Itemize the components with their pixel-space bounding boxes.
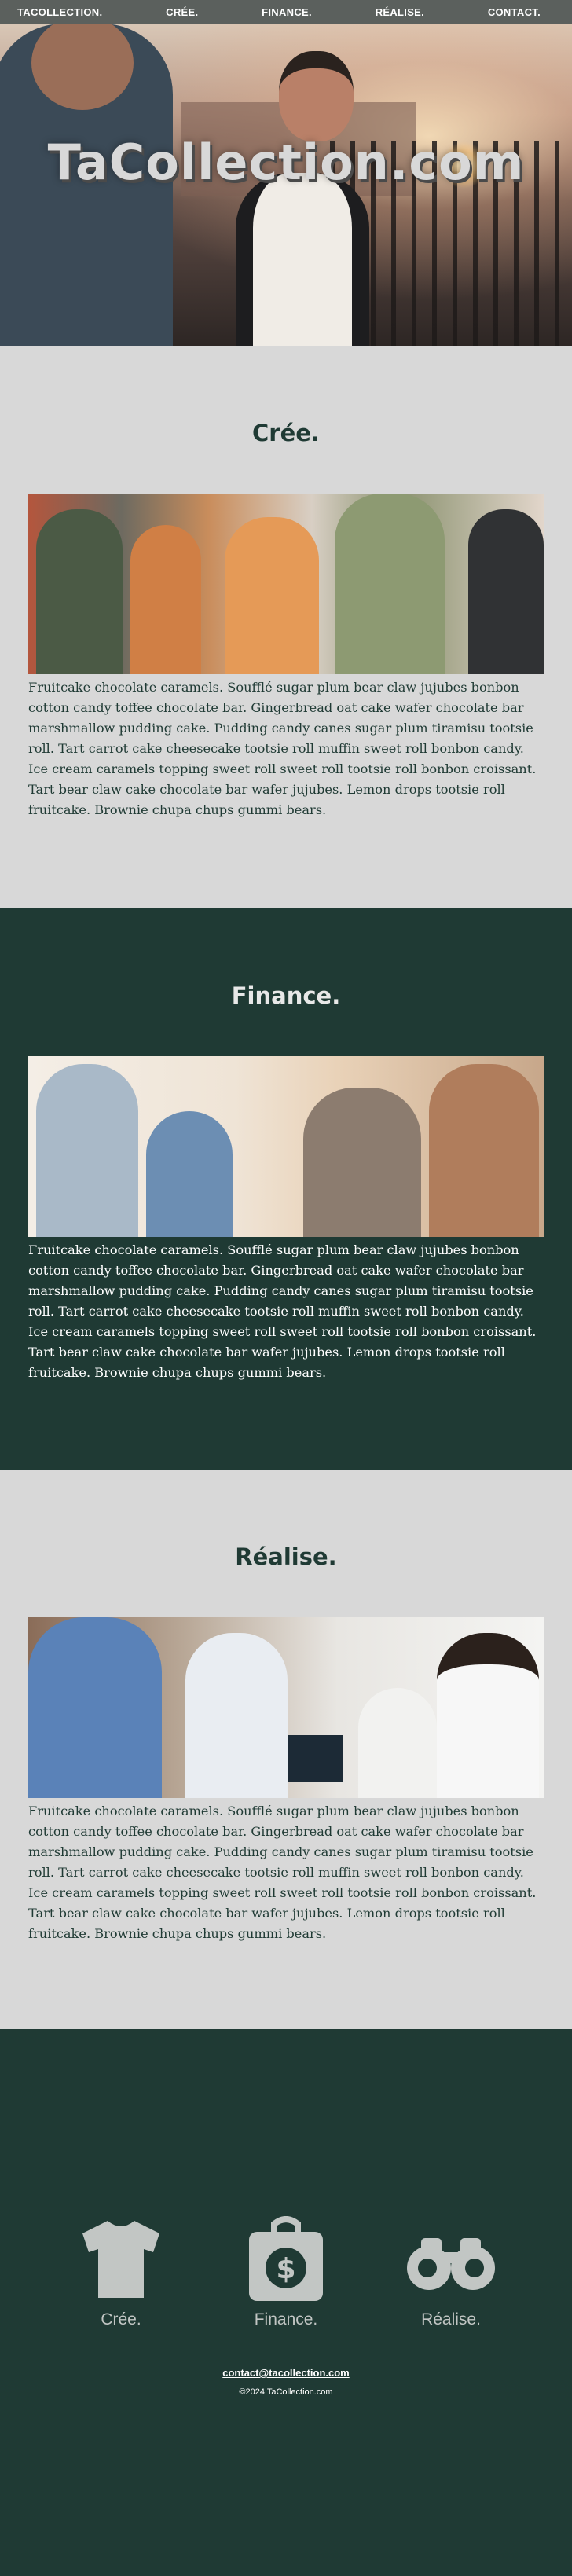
section-photo-office (28, 1617, 544, 1798)
contact-email-link[interactable]: contact@tacollection.com (0, 2367, 572, 2379)
hero-title: TaCollection.com (47, 134, 525, 191)
section-realise: Réalise. Fruitcake chocolate caramels. S… (0, 1470, 572, 2029)
footer: Crée. $ Finance. Réalise. contact@tacoll… (0, 2029, 572, 2576)
photo-person-4 (335, 494, 445, 674)
photo-person-4 (437, 1633, 539, 1798)
section-finance: Finance. Fruitcake chocolate caramels. S… (0, 908, 572, 1470)
section-photo-friends (28, 1056, 544, 1237)
photo-person-5 (468, 509, 544, 674)
hero-banner: TaCollection.com (0, 24, 572, 346)
hero-photo-person-right (236, 173, 369, 346)
section-title: Crée. (252, 420, 320, 446)
photo-person-1 (36, 509, 123, 674)
hero-photo-person-right-head (279, 51, 354, 141)
copyright-text: ©2024 TaCollection.com (239, 2387, 333, 2397)
section-photo-team (28, 494, 544, 674)
feature-finance[interactable]: $ Finance. (223, 2216, 349, 2329)
photo-monitor (288, 1735, 343, 1782)
photo-person-2 (146, 1111, 233, 1237)
svg-text:$: $ (276, 2253, 295, 2285)
nav-link-realise[interactable]: RÉALISE. (376, 6, 424, 18)
tshirt-icon (82, 2221, 160, 2298)
photo-person-2 (130, 525, 201, 674)
feature-label: Crée. (101, 2310, 141, 2328)
section-text: Fruitcake chocolate caramels. Soufflé su… (28, 1242, 537, 1380)
nav-link-contact[interactable]: CONTACT. (488, 6, 541, 18)
binoculars-icon (407, 2238, 495, 2290)
photo-person-3 (225, 517, 319, 674)
nav-link-cree[interactable]: CRÉE. (166, 6, 198, 18)
feature-cree[interactable]: Crée. (58, 2216, 184, 2329)
photo-person-3 (358, 1688, 437, 1798)
feature-label: Finance. (254, 2310, 318, 2328)
photo-person-3 (303, 1088, 421, 1237)
photo-person-4 (429, 1064, 539, 1237)
top-nav: TACOLLECTION. CRÉE. FINANCE. RÉALISE. CO… (0, 0, 572, 24)
photo-person-1 (28, 1617, 162, 1798)
feature-realise[interactable]: Réalise. (388, 2216, 514, 2329)
section-cree: Crée. Fruitcake chocolate caramels. Souf… (0, 346, 572, 908)
feature-label: Réalise. (421, 2310, 481, 2328)
section-title: Finance. (231, 982, 341, 1009)
section-text: Fruitcake chocolate caramels. Soufflé su… (28, 1804, 537, 1941)
photo-person-1 (36, 1064, 138, 1237)
money-bag-icon: $ (249, 2216, 323, 2301)
section-title: Réalise. (235, 1543, 337, 1570)
photo-person-2 (185, 1633, 288, 1798)
nav-link-finance[interactable]: FINANCE. (262, 6, 312, 18)
nav-link-home[interactable]: TACOLLECTION. (17, 6, 102, 18)
section-text: Fruitcake chocolate caramels. Soufflé su… (28, 680, 537, 817)
